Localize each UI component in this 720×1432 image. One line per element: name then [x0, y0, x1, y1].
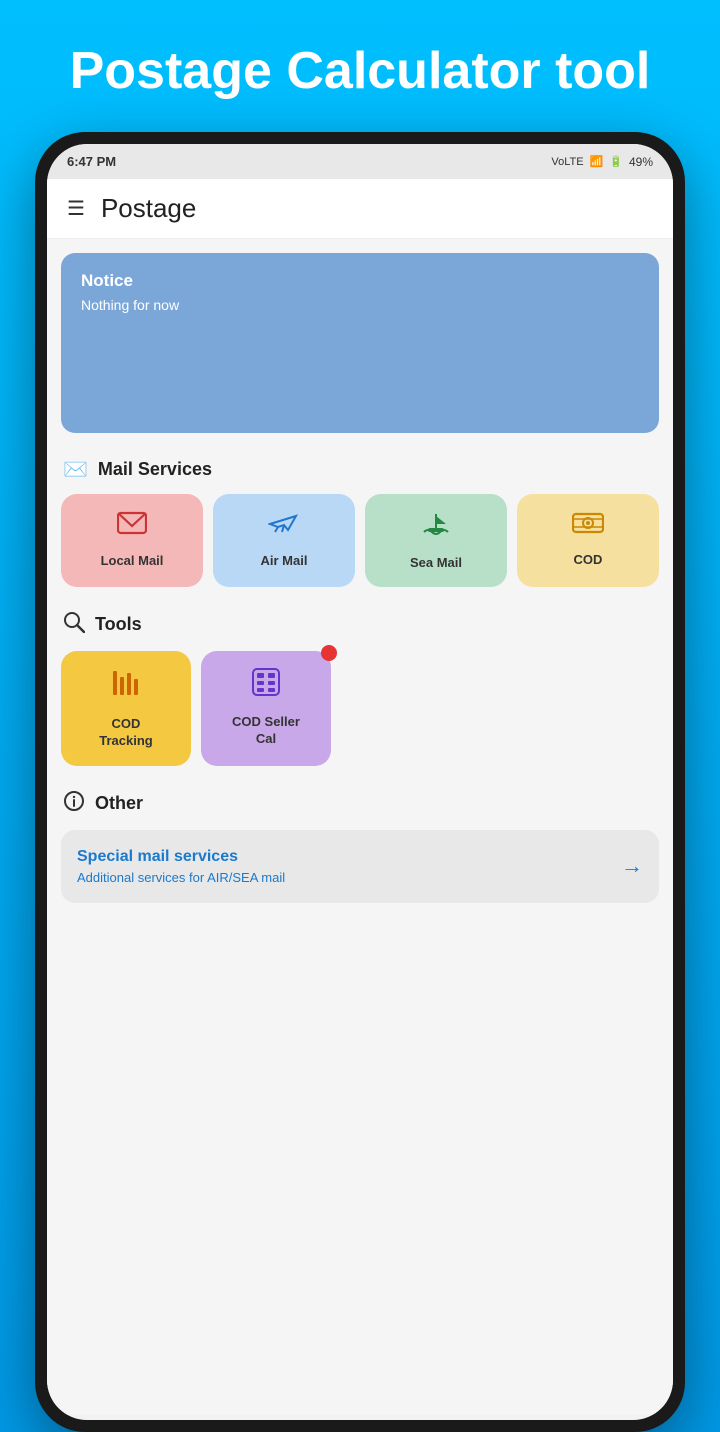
local-mail-label: Local Mail — [101, 553, 164, 569]
other-section-icon — [63, 790, 85, 818]
sea-mail-icon — [420, 510, 452, 545]
notice-body: Nothing for now — [81, 297, 639, 313]
service-card-sea-mail[interactable]: Sea Mail — [365, 494, 507, 587]
cod-seller-cal-label: COD SellerCal — [232, 714, 300, 748]
mail-services-grid: Local Mail Air Mail — [47, 490, 673, 601]
other-section-title: Other — [95, 793, 143, 814]
tool-card-cod-seller-cal[interactable]: COD SellerCal — [201, 651, 331, 766]
app-bar: ☰ Postage — [47, 179, 673, 239]
signal-icon: 📶 — [590, 155, 604, 168]
header-text: Postage Calculator tool — [70, 40, 651, 102]
other-card-title: Special mail services — [77, 848, 621, 866]
app-title: Postage — [101, 193, 196, 224]
other-card-subtitle: Additional services for AIR/SEA mail — [77, 870, 621, 885]
other-header: Other — [47, 780, 673, 826]
service-card-local-mail[interactable]: Local Mail — [61, 494, 203, 587]
scroll-area[interactable]: Notice Nothing for now ✉️ Mail Services … — [47, 239, 673, 1415]
status-bar: 6:47 PM VoLTE 📶 🔋 49% — [47, 144, 673, 179]
tools-section-title: Tools — [95, 614, 142, 635]
service-card-air-mail[interactable]: Air Mail — [213, 494, 355, 587]
notice-title: Notice — [81, 271, 639, 291]
arrow-icon: → — [621, 853, 643, 879]
cod-icon — [572, 510, 604, 542]
mail-section-icon: ✉️ — [63, 457, 88, 482]
battery-percent: 49% — [629, 155, 653, 169]
network-icon: VoLTE — [551, 156, 583, 168]
hamburger-icon[interactable]: ☰ — [67, 196, 85, 221]
mail-services-header: ✉️ Mail Services — [47, 447, 673, 490]
tool-card-cod-tracking[interactable]: CODTracking — [61, 651, 191, 766]
service-card-cod[interactable]: COD — [517, 494, 659, 587]
cod-tracking-icon — [110, 667, 142, 706]
tools-header: Tools — [47, 601, 673, 647]
cod-tracking-label: CODTracking — [99, 716, 152, 750]
phone-wrapper: 6:47 PM VoLTE 📶 🔋 49% ☰ Postage Notice N… — [35, 132, 685, 1432]
sea-mail-label: Sea Mail — [410, 555, 462, 571]
battery-icon: 🔋 — [609, 155, 623, 168]
special-mail-card[interactable]: Special mail services Additional service… — [61, 830, 659, 903]
notice-card: Notice Nothing for now — [61, 253, 659, 433]
other-section: Special mail services Additional service… — [47, 826, 673, 913]
tools-grid: CODTracking — [47, 647, 673, 780]
tools-section-icon — [63, 611, 85, 639]
cod-label: COD — [574, 552, 603, 568]
status-time: 6:47 PM — [67, 154, 116, 169]
air-mail-label: Air Mail — [261, 553, 308, 569]
local-mail-icon — [117, 510, 147, 543]
air-mail-icon — [268, 510, 300, 543]
other-card-text: Special mail services Additional service… — [77, 848, 621, 885]
status-right: VoLTE 📶 🔋 49% — [551, 155, 653, 169]
mail-section-title: Mail Services — [98, 459, 212, 480]
cod-seller-cal-icon — [251, 667, 281, 704]
badge-dot — [321, 645, 337, 661]
